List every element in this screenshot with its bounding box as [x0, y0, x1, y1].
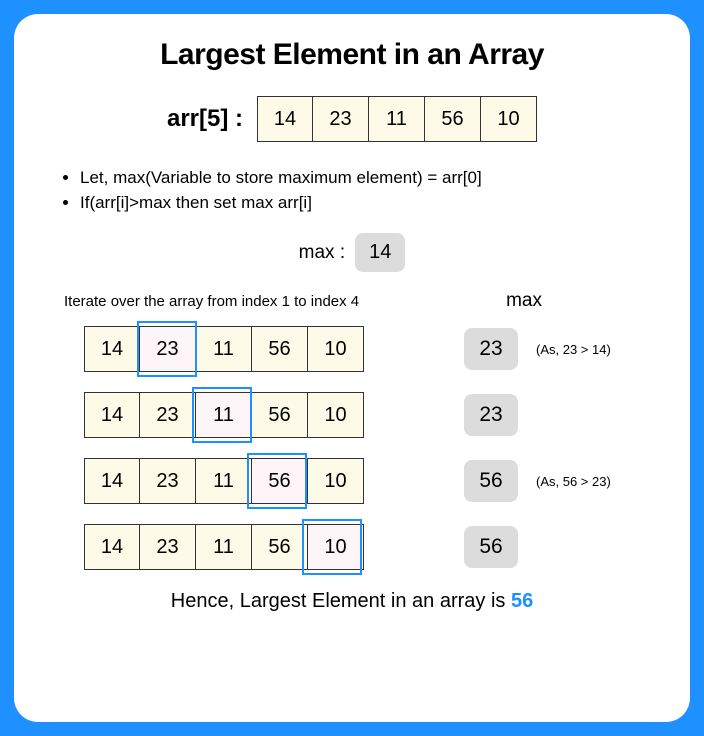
array-cells: 14 23 11 56 10: [257, 96, 537, 142]
step-array-cell: 14: [84, 326, 140, 372]
bullet-item: If(arr[i]>max then set max arr[i]: [80, 191, 660, 216]
step-row: 142311561023(As, 23 > 14): [44, 326, 660, 372]
step-array-cell: 10: [308, 524, 364, 570]
step-array-cell: 23: [140, 458, 196, 504]
steps-container: 142311561023(As, 23 > 14)142311561023142…: [44, 326, 660, 570]
step-array-cell: 11: [196, 458, 252, 504]
array-cell: 14: [257, 96, 313, 142]
page-title: Largest Element in an Array: [44, 38, 660, 72]
iteration-header-row: Iterate over the array from index 1 to i…: [44, 290, 660, 312]
initial-max-value: 14: [355, 233, 405, 272]
bullet-item: Let, max(Variable to store maximum eleme…: [80, 166, 660, 191]
step-array-cell: 56: [252, 392, 308, 438]
step-array-cell: 56: [252, 458, 308, 504]
step-array-cells: 1423115610: [84, 326, 364, 372]
step-array-cell: 11: [196, 524, 252, 570]
step-array-cell: 14: [84, 524, 140, 570]
step-array-cells: 1423115610: [84, 392, 364, 438]
step-array-cell: 14: [84, 458, 140, 504]
algorithm-bullets: Let, max(Variable to store maximum eleme…: [80, 166, 660, 215]
step-array-cell: 56: [252, 524, 308, 570]
step-row: 142311561056: [44, 524, 660, 570]
step-array-cell: 56: [252, 326, 308, 372]
step-max-value: 23: [464, 394, 518, 436]
step-max-value: 23: [464, 328, 518, 370]
step-note: (As, 56 > 23): [536, 474, 611, 489]
array-cell: 56: [425, 96, 481, 142]
step-array-cell: 11: [196, 326, 252, 372]
conclusion: Hence, Largest Element in an array is 56: [44, 590, 660, 613]
array-cell: 10: [481, 96, 537, 142]
step-max-value: 56: [464, 526, 518, 568]
content-card: Largest Element in an Array arr[5] : 14 …: [14, 14, 690, 722]
step-array-cell: 10: [308, 392, 364, 438]
step-array-cells: 1423115610: [84, 458, 364, 504]
step-array-cell: 23: [140, 392, 196, 438]
initial-max-label: max :: [299, 242, 345, 264]
array-label: arr[5] :: [167, 105, 243, 133]
array-cell: 23: [313, 96, 369, 142]
iterate-text: Iterate over the array from index 1 to i…: [64, 293, 359, 310]
step-array-cells: 1423115610: [84, 524, 364, 570]
step-max-value: 56: [464, 460, 518, 502]
array-cell: 11: [369, 96, 425, 142]
step-array-cell: 23: [140, 524, 196, 570]
array-definition-row: arr[5] : 14 23 11 56 10: [44, 96, 660, 142]
step-array-cell: 14: [84, 392, 140, 438]
step-array-cell: 11: [196, 392, 252, 438]
step-row: 142311561056(As, 56 > 23): [44, 458, 660, 504]
initial-max-row: max : 14: [44, 233, 660, 272]
step-array-cell: 10: [308, 326, 364, 372]
step-array-cell: 10: [308, 458, 364, 504]
max-column-header: max: [506, 290, 542, 312]
conclusion-prefix: Hence, Largest Element in an array is: [171, 590, 511, 612]
conclusion-answer: 56: [511, 590, 533, 612]
step-row: 142311561023: [44, 392, 660, 438]
step-array-cell: 23: [140, 326, 196, 372]
frame-border: Largest Element in an Array arr[5] : 14 …: [0, 0, 704, 736]
step-note: (As, 23 > 14): [536, 342, 611, 357]
